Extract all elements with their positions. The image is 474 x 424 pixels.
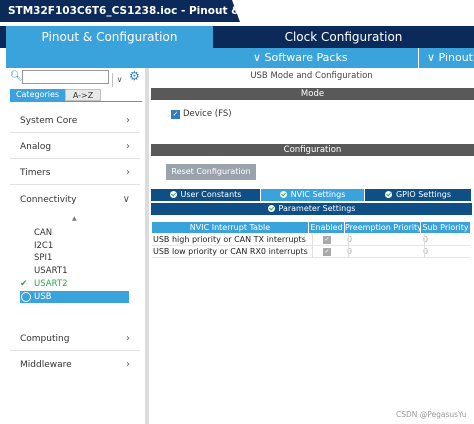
group-computing[interactable]: Computing › bbox=[20, 332, 130, 346]
chevron-right-icon: › bbox=[126, 333, 130, 344]
check-circle-icon bbox=[169, 191, 177, 198]
check-circle-icon bbox=[384, 191, 392, 198]
group-label: Computing bbox=[20, 334, 70, 344]
chevron-right-icon: › bbox=[126, 141, 130, 152]
peripheral-can[interactable]: CAN bbox=[34, 227, 124, 239]
group-label: Analog bbox=[20, 142, 52, 152]
watermark: CSDN @PegasusYu bbox=[396, 410, 467, 419]
search-icon: 🔍︎ bbox=[10, 71, 23, 82]
tab-clock-configuration[interactable]: Clock Configuration bbox=[213, 26, 474, 48]
divider bbox=[10, 132, 140, 133]
reset-configuration-button[interactable]: Reset Configuration bbox=[166, 164, 256, 180]
categories-panel: 🔍︎ ∨ ⚙ Categories A->Z System Core › Ana… bbox=[6, 68, 147, 424]
page-title: USB Mode and Configuration bbox=[250, 71, 373, 81]
peripheral-usart2[interactable]: USART2 bbox=[34, 278, 124, 290]
chevron-right-icon: › bbox=[126, 359, 130, 370]
tab-label: GPIO Settings bbox=[395, 190, 452, 199]
group-label: Middleware bbox=[20, 360, 72, 370]
gear-icon[interactable]: ⚙ bbox=[129, 70, 141, 82]
main-tab-bar: Pinout & Configuration Clock Configurati… bbox=[0, 26, 474, 48]
search-input[interactable]: ∨ bbox=[22, 70, 122, 87]
column-header-preemption-priority[interactable]: Preemption Priority bbox=[345, 222, 421, 233]
configuration-header: Configuration bbox=[151, 144, 474, 156]
check-circle-icon bbox=[267, 205, 275, 212]
check-icon: ✔ bbox=[20, 279, 28, 289]
peripheral-spi1[interactable]: SPI1 bbox=[34, 252, 124, 264]
interrupt-name: USB low priority or CAN RX0 interrupts bbox=[153, 247, 308, 256]
enabled-checkbox[interactable]: ✓ bbox=[323, 236, 331, 244]
tab-label: User Constants bbox=[180, 190, 242, 199]
tab-categories[interactable]: Categories bbox=[10, 89, 65, 101]
title-bar: STM32F103C6T6_CS1238.ioc - Pinout & Conf bbox=[0, 0, 474, 22]
divider bbox=[10, 158, 140, 159]
group-middleware[interactable]: Middleware › bbox=[20, 358, 130, 372]
tab-nvic-settings[interactable]: NVIC Settings bbox=[261, 189, 365, 201]
pinout-menu[interactable]: ∨ Pinout bbox=[419, 48, 474, 68]
column-header-nvic-interrupt-table[interactable]: NVIC Interrupt Table bbox=[152, 222, 309, 233]
mode-section: ✓ Device (FS) bbox=[151, 100, 474, 138]
mode-header: Mode bbox=[151, 88, 474, 100]
divider bbox=[10, 350, 140, 351]
usb-mode-configuration-panel: USB Mode and Configuration Mode ✓ Device… bbox=[149, 68, 474, 424]
tab-user-constants[interactable]: User Constants bbox=[151, 189, 261, 201]
column-header-sub-priority[interactable]: Sub Priority bbox=[421, 222, 471, 233]
column-divider bbox=[424, 234, 425, 258]
tab-a-to-z[interactable]: A->Z bbox=[65, 89, 101, 101]
divider bbox=[10, 184, 140, 185]
chevron-down-icon: ∨ bbox=[122, 194, 130, 205]
sort-icon[interactable]: ▲ bbox=[72, 215, 77, 222]
software-packs-menu[interactable]: ∨ Software Packs bbox=[213, 48, 418, 68]
check-circle-icon bbox=[279, 191, 287, 198]
group-analog[interactable]: Analog › bbox=[20, 140, 130, 154]
divider bbox=[10, 101, 142, 102]
group-label: System Core bbox=[20, 116, 78, 126]
chevron-right-icon: › bbox=[126, 115, 130, 126]
column-divider bbox=[348, 234, 349, 258]
chevron-down-icon[interactable]: ∨ bbox=[112, 73, 126, 87]
sub-toolbar-left bbox=[6, 48, 213, 68]
peripheral-i2c1[interactable]: I2C1 bbox=[34, 240, 124, 252]
device-fs-checkbox[interactable]: ✓ bbox=[171, 110, 180, 119]
group-connectivity[interactable]: Connectivity ∨ bbox=[20, 193, 130, 207]
check-circle-icon bbox=[21, 292, 31, 302]
tab-label: Parameter Settings bbox=[278, 204, 356, 213]
group-label: Timers bbox=[20, 168, 51, 178]
sub-toolbar: ∨ Software Packs ∨ Pinout bbox=[0, 48, 474, 68]
peripheral-usb[interactable]: USB bbox=[20, 291, 129, 303]
chevron-right-icon: › bbox=[126, 167, 130, 178]
tab-pinout-configuration[interactable]: Pinout & Configuration bbox=[6, 26, 213, 48]
device-fs-label: Device (FS) bbox=[183, 109, 232, 119]
peripheral-label: USB bbox=[34, 292, 52, 302]
column-header-enabled[interactable]: Enabled bbox=[309, 222, 345, 233]
column-divider bbox=[312, 234, 313, 258]
window-title: STM32F103C6T6_CS1238.ioc - Pinout & Conf bbox=[0, 0, 240, 22]
group-system-core[interactable]: System Core › bbox=[20, 114, 130, 128]
group-timers[interactable]: Timers › bbox=[20, 166, 130, 180]
group-label: Connectivity bbox=[20, 195, 77, 205]
peripheral-usart1[interactable]: USART1 bbox=[34, 265, 124, 277]
tab-gpio-settings[interactable]: GPIO Settings bbox=[365, 189, 472, 201]
tab-parameter-settings[interactable]: Parameter Settings bbox=[151, 203, 472, 215]
enabled-checkbox[interactable]: ✓ bbox=[323, 248, 331, 256]
interrupt-name: USB high priority or CAN TX interrupts bbox=[153, 235, 306, 244]
tab-label: NVIC Settings bbox=[290, 190, 346, 199]
